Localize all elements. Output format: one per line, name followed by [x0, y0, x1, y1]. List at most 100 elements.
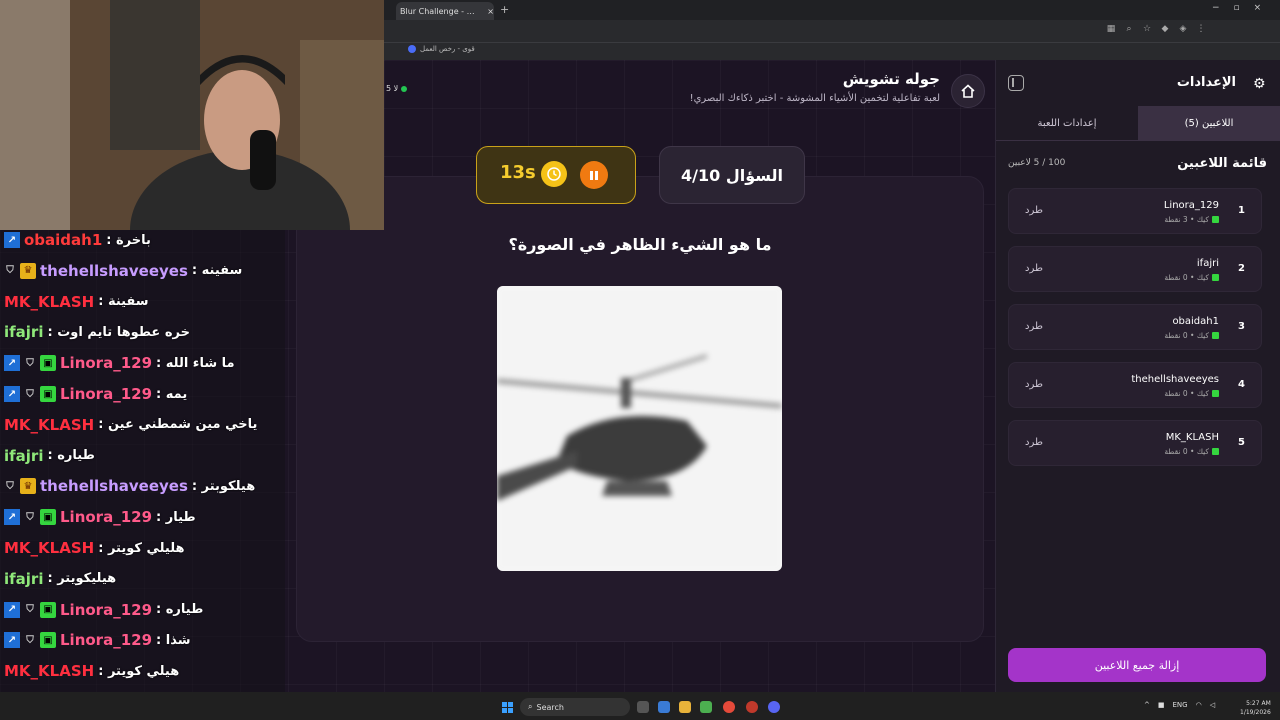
online-count: 5 لا [386, 84, 408, 93]
kick-platform-icon [1212, 216, 1219, 223]
taskbar-search[interactable]: ⌕ Search [520, 698, 630, 716]
sub-badge-icon: ↗ [4, 355, 20, 372]
extension-icon[interactable]: ◆ [1160, 24, 1170, 34]
zoom-icon[interactable]: ⌕ [1124, 24, 1134, 34]
sub-badge-icon: ↗ [4, 232, 20, 248]
shield-icon[interactable]: ◈ [1178, 24, 1188, 34]
chat-username[interactable]: Linora_129 [60, 508, 152, 526]
player-rank: 2 [1238, 263, 1245, 274]
chat-text: : ياخي مين شمطني عين [98, 417, 258, 433]
player-rank: 4 [1238, 379, 1245, 390]
chat-username[interactable]: ifajri [4, 323, 43, 341]
player-name: thehellshaveeyes [1131, 374, 1219, 385]
chat-username[interactable]: Linora_129 [60, 385, 152, 403]
chat-message: ↗ obaidah1: باخرة [4, 226, 151, 254]
chat-message: ↗ ⛉ ▣ Linora_129: ما شاء الله [4, 349, 235, 377]
chat-text: : هيلكوبتر [191, 478, 256, 494]
chrome-icon[interactable] [723, 701, 735, 713]
webcam-feed [0, 0, 384, 230]
discord-icon[interactable] [768, 701, 780, 713]
helicopter-image [497, 286, 782, 571]
tab-game-settings[interactable]: إعدادات اللعبة [996, 106, 1138, 140]
kick-badge-icon: ▣ [40, 386, 56, 402]
chat-username[interactable]: ifajri [4, 447, 43, 465]
chat-message: ↗ ⛉ ▣ Linora_129: طيار [4, 503, 196, 531]
sub-badge-icon: ↗ [4, 386, 20, 402]
player-meta-text: كيك • 0 نقطة [1164, 331, 1209, 340]
chat-username[interactable]: MK_KLASH [4, 662, 94, 680]
kick-button[interactable]: طرد [1025, 321, 1043, 332]
edge-icon[interactable] [658, 701, 670, 713]
collapse-panel-icon[interactable] [1008, 75, 1024, 91]
pause-button[interactable] [580, 161, 608, 189]
pause-icon [590, 170, 593, 180]
blurred-image [497, 286, 782, 571]
game-subtitle: لعبة تفاعلية لتخمين الأشياء المشوشة - اخ… [689, 93, 940, 104]
chat-username[interactable]: Linora_129 [60, 354, 152, 372]
tray-arrow-icon[interactable]: ^ [1144, 701, 1150, 709]
chat-username[interactable]: Linora_129 [60, 631, 152, 649]
panel-title: الإعدادات [1176, 75, 1236, 90]
home-icon [961, 84, 975, 98]
home-button[interactable] [951, 74, 985, 108]
tab-close-icon[interactable]: × [487, 7, 494, 16]
kick-button[interactable]: طرد [1025, 205, 1043, 216]
chat-text: : خره عطوها تايم اوت [47, 324, 190, 340]
browser-toolbar: ▦ ⌕ ☆ ◆ ◈ ⋮ [1106, 24, 1206, 34]
kick-button[interactable]: طرد [1025, 263, 1043, 274]
kick-platform-icon [1212, 332, 1219, 339]
chat-username[interactable]: thehellshaveeyes [40, 262, 188, 280]
kick-badge-icon: ▣ [40, 355, 56, 372]
maximize-icon[interactable]: ▫ [1234, 3, 1240, 13]
player-meta-text: كيك • 0 نقطة [1164, 389, 1209, 398]
kick-button[interactable]: طرد [1025, 379, 1043, 390]
taskbar-clock[interactable]: 5:27 AM 1/19/2026 [1240, 699, 1271, 717]
question-prompt: ما هو الشيء الظاهر في الصورة؟ [508, 235, 772, 254]
chat-username[interactable]: ifajri [4, 570, 43, 588]
player-row: 1 Linora_129 كيك • 3 نقطة طرد [1008, 188, 1262, 234]
browser-tab[interactable]: Blur Challenge - جوله تشويش × [396, 2, 494, 20]
chat-text: : ما شاء الله [156, 355, 235, 371]
minimize-icon[interactable]: − [1212, 3, 1220, 13]
player-meta-text: كيك • 0 نقطة [1164, 447, 1209, 456]
taskview-icon[interactable] [637, 701, 649, 713]
close-window-icon[interactable]: × [1254, 3, 1262, 13]
chat-username[interactable]: MK_KLASH [4, 416, 94, 434]
tray-lang[interactable]: ENG [1173, 701, 1188, 709]
question-counter: السؤال 4/10 [659, 146, 805, 204]
chat-text: : طيار [156, 509, 196, 525]
player-rank: 1 [1238, 205, 1245, 216]
chat-message: MK_KLASH: سفينة [4, 288, 149, 316]
explorer-icon[interactable] [679, 701, 691, 713]
bookmark-label: قوى - رخص العمل [420, 45, 475, 53]
chat-message: ↗ ⛉ ▣ Linora_129: يمه [4, 380, 187, 408]
menu-icon[interactable]: ⋮ [1196, 24, 1206, 34]
chat-username[interactable]: Linora_129 [60, 601, 152, 619]
chat-username[interactable]: obaidah1 [24, 231, 102, 249]
wifi-icon[interactable]: ◠ [1196, 701, 1202, 709]
translate-icon[interactable]: ▦ [1106, 24, 1116, 34]
kick-badge-icon: ▣ [40, 632, 56, 649]
kick-button[interactable]: طرد [1025, 437, 1043, 448]
new-tab-button[interactable]: + [500, 3, 509, 16]
chat-message: ifajri: خره عطوها تايم اوت [4, 318, 190, 346]
player-row: 2 ifajri كيك • 0 نقطة طرد [1008, 246, 1262, 292]
remove-all-players-button[interactable]: إزالة جميع اللاعبين [1008, 648, 1266, 682]
windows-start-icon[interactable] [502, 702, 513, 713]
chat-username[interactable]: thehellshaveeyes [40, 477, 188, 495]
bookmark-item[interactable]: قوى - رخص العمل [408, 45, 475, 53]
bookmark-star-icon[interactable]: ☆ [1142, 24, 1152, 34]
player-name: Linora_129 [1163, 200, 1219, 211]
player-meta: كيك • 3 نقطة [1164, 215, 1219, 224]
tab-players[interactable]: اللاعبين (5) [1138, 106, 1280, 140]
online-dot-icon [401, 85, 408, 92]
store-icon[interactable] [700, 701, 712, 713]
chat-text: : سفينة [98, 294, 149, 310]
chat-username[interactable]: MK_KLASH [4, 539, 94, 557]
tray-app-icon[interactable]: ■ [1158, 701, 1165, 709]
chat-username[interactable]: MK_KLASH [4, 293, 94, 311]
player-name: MK_KLASH [1165, 432, 1219, 443]
volume-icon[interactable]: ◁ [1210, 701, 1215, 709]
kick-platform-icon [1212, 390, 1219, 397]
app-icon[interactable] [746, 701, 758, 713]
